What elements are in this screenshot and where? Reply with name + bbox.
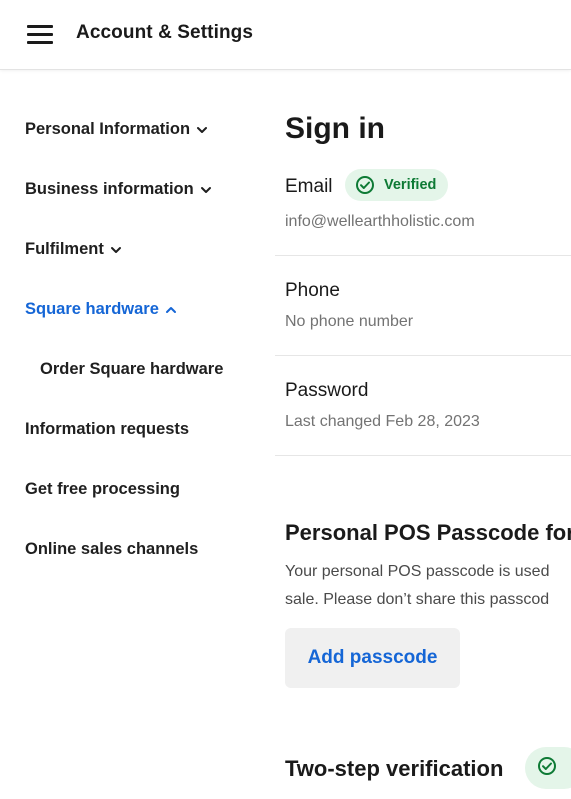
add-passcode-button[interactable]: Add passcode — [285, 628, 460, 688]
check-circle-icon — [537, 756, 557, 781]
phone-label: Phone — [285, 280, 340, 301]
chevron-down-icon — [110, 244, 122, 256]
sidebar-item-label: Business information — [25, 180, 194, 198]
sidebar-item-label: Get free processing — [25, 480, 180, 498]
sidebar-item-label: Order Square hardware — [40, 360, 224, 378]
password-value: Last changed Feb 28, 2023 — [285, 413, 480, 430]
divider — [275, 255, 571, 256]
sidebar-item-label: Square hardware — [25, 300, 159, 318]
sidebar-item-label: Information requests — [25, 420, 190, 438]
chevron-up-icon — [165, 304, 177, 316]
sidebar-item-personal-information[interactable]: Personal Information — [25, 120, 208, 139]
email-value: info@wellearthholistic.com — [285, 213, 475, 230]
page-title: Sign in — [285, 112, 385, 145]
sidebar-item-square-hardware[interactable]: Square hardware — [25, 300, 177, 319]
verified-badge: Verified — [345, 169, 449, 201]
top-bar: Account & Settings — [0, 0, 571, 70]
hamburger-menu-icon[interactable] — [27, 24, 53, 44]
sidebar-item-fulfilment[interactable]: Fulfilment — [25, 240, 122, 259]
chevron-down-icon — [200, 184, 212, 196]
sidebar-item-information-requests[interactable]: Information requests — [25, 420, 189, 439]
check-circle-icon — [355, 175, 375, 195]
email-label: Email — [285, 176, 333, 197]
sidebar-item-label: Fulfilment — [25, 240, 104, 258]
phone-value: No phone number — [285, 313, 414, 330]
sidebar-item-online-sales-channels[interactable]: Online sales channels — [25, 540, 198, 559]
sidebar-item-business-information[interactable]: Business information — [25, 180, 212, 199]
chevron-down-icon — [196, 124, 208, 136]
app-title: Account & Settings — [76, 22, 254, 43]
pos-passcode-title: Personal POS Passcode for — [285, 520, 571, 545]
divider — [275, 455, 571, 456]
password-label: Password — [285, 380, 369, 401]
pos-passcode-description-line2: sale. Please don’t share this passcod — [285, 591, 550, 608]
sidebar-item-get-free-processing[interactable]: Get free processing — [25, 480, 180, 499]
verified-badge-label: Verified — [384, 177, 437, 193]
sidebar-item-label: Online sales channels — [25, 540, 199, 558]
pos-passcode-description-line1: Your personal POS passcode is used — [285, 563, 550, 580]
two-step-verification-title: Two-step verification — [285, 756, 504, 781]
two-step-status-badge — [525, 747, 571, 789]
divider — [275, 355, 571, 356]
sidebar-item-label: Personal Information — [25, 120, 191, 138]
sidebar-subitem-order-square-hardware[interactable]: Order Square hardware — [40, 360, 223, 379]
